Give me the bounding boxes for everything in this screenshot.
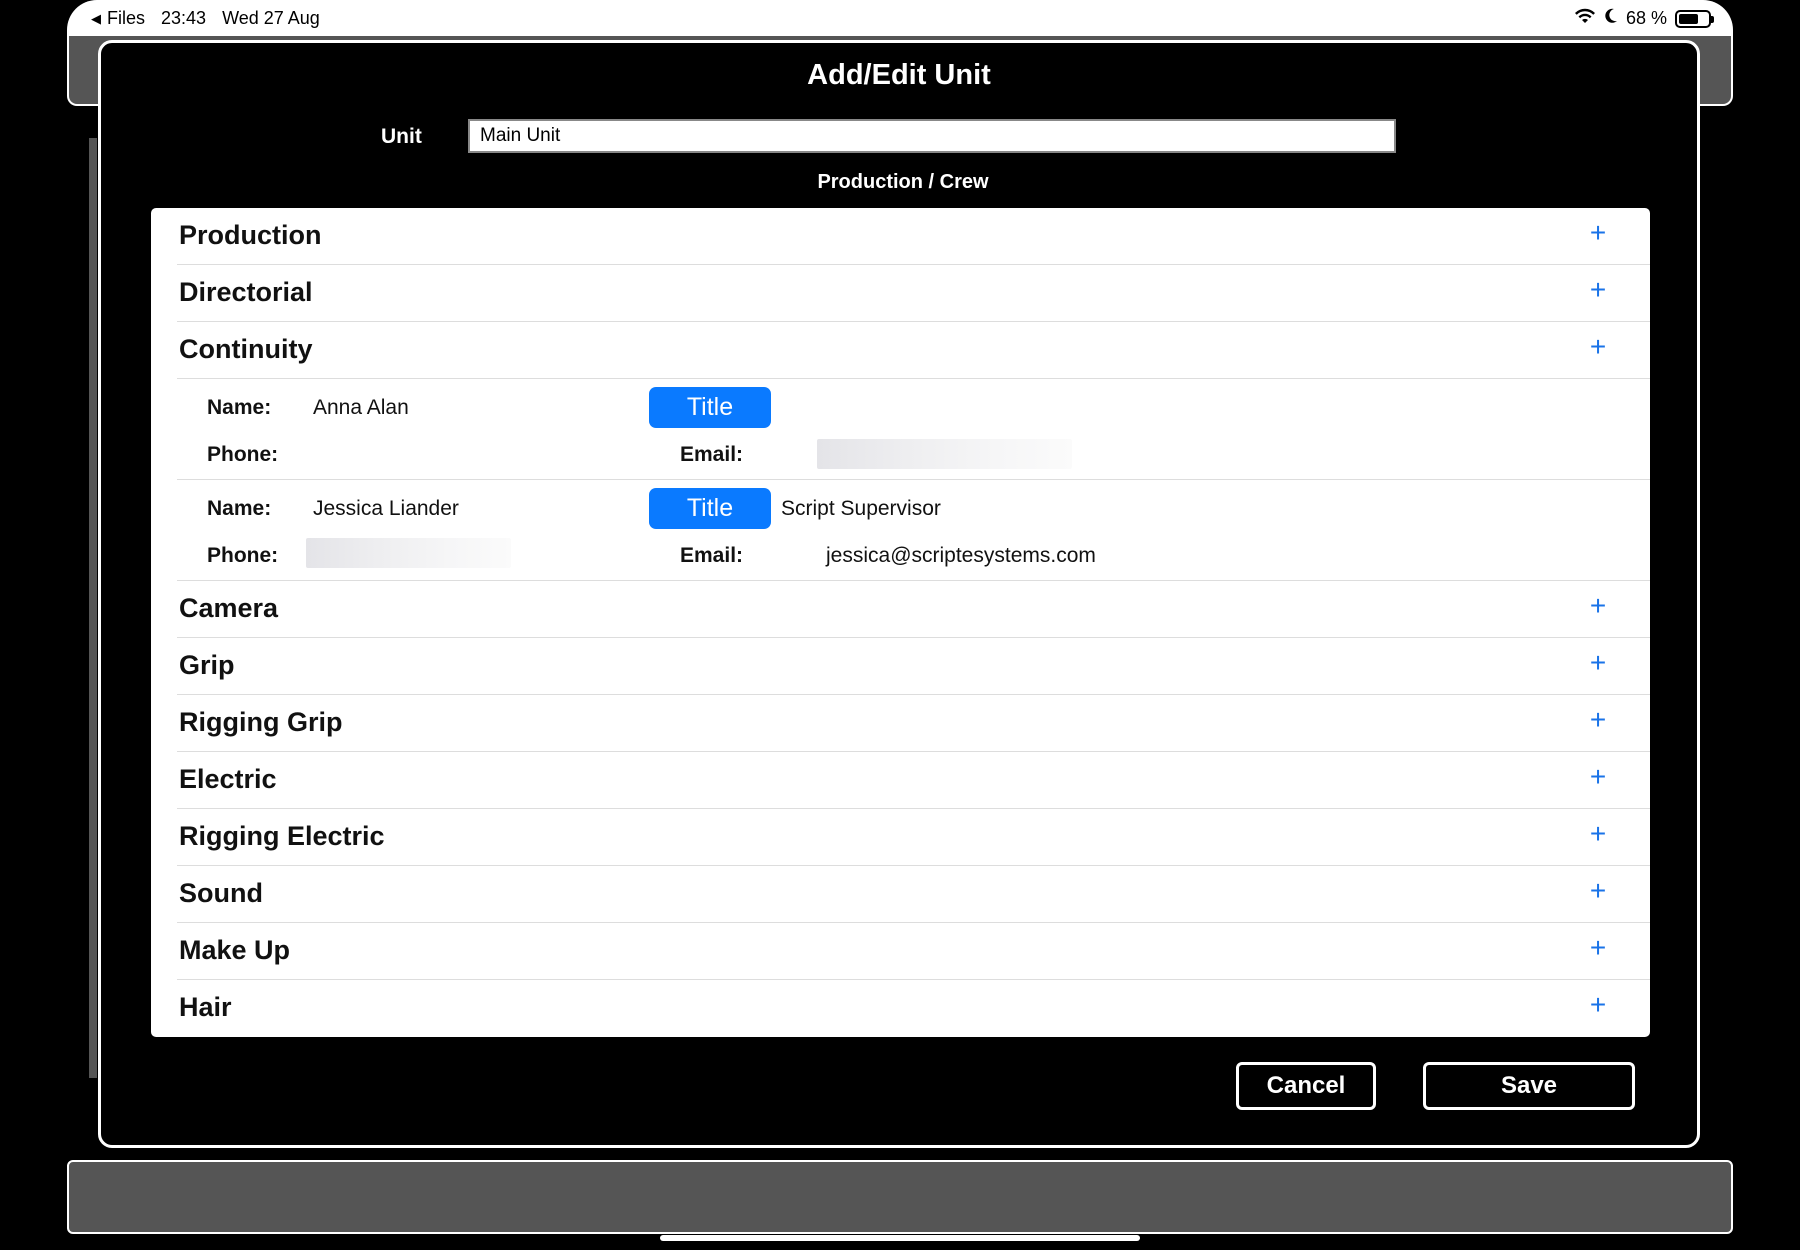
- dialog-title: Add/Edit Unit: [807, 59, 991, 91]
- group-name: Electric: [179, 764, 277, 794]
- member-email[interactable]: jessica@scriptesystems.com: [826, 544, 1096, 568]
- add-grip-button[interactable]: +: [1583, 648, 1613, 678]
- group-row-production[interactable]: Production +: [177, 208, 1650, 265]
- group-name: Production: [179, 220, 322, 250]
- group-name: Grip: [179, 650, 235, 680]
- back-arrow-icon[interactable]: ◀: [91, 11, 101, 27]
- section-heading: Production / Crew: [817, 171, 989, 193]
- crew-member-row[interactable]: Name: Jessica Liander Title Script Super…: [177, 480, 1650, 581]
- group-row-electric[interactable]: Electric +: [177, 752, 1650, 809]
- group-row-sound[interactable]: Sound +: [177, 866, 1650, 923]
- save-button[interactable]: Save: [1423, 1062, 1635, 1110]
- add-hair-button[interactable]: +: [1583, 990, 1613, 1020]
- group-name: Directorial: [179, 277, 313, 307]
- add-sound-button[interactable]: +: [1583, 876, 1613, 906]
- add-edit-unit-dialog: Add/Edit Unit Unit Production / Crew Pro…: [98, 40, 1700, 1148]
- add-rigging-grip-button[interactable]: +: [1583, 705, 1613, 735]
- status-date: Wed 27 Aug: [222, 8, 320, 28]
- group-row-rigging-electric[interactable]: Rigging Electric +: [177, 809, 1650, 866]
- battery-icon: [1675, 9, 1714, 28]
- group-name: Rigging Grip: [179, 707, 343, 737]
- phone-label: Phone:: [207, 443, 279, 466]
- group-row-hair[interactable]: Hair +: [177, 980, 1650, 1037]
- battery-percent: 68 %: [1625, 8, 1667, 28]
- redacted-phone: [306, 538, 511, 568]
- group-name: Continuity: [179, 334, 313, 364]
- title-button[interactable]: Title: [649, 488, 771, 529]
- group-row-continuity[interactable]: Continuity +: [177, 322, 1650, 379]
- home-indicator[interactable]: [660, 1235, 1140, 1241]
- title-button[interactable]: Title: [649, 387, 771, 428]
- email-label: Email:: [680, 544, 744, 567]
- group-row-camera[interactable]: Camera +: [177, 581, 1650, 638]
- group-name: Rigging Electric: [179, 821, 385, 851]
- name-label: Name:: [207, 396, 272, 419]
- group-name: Hair: [179, 992, 232, 1022]
- group-name: Sound: [179, 878, 263, 908]
- add-electric-button[interactable]: +: [1583, 762, 1613, 792]
- status-time: 23:43: [161, 8, 207, 28]
- back-app-label[interactable]: Files: [107, 8, 145, 29]
- add-rigging-electric-button[interactable]: +: [1583, 819, 1613, 849]
- cancel-button[interactable]: Cancel: [1236, 1062, 1376, 1110]
- add-directorial-button[interactable]: +: [1583, 275, 1613, 305]
- phone-label: Phone:: [207, 544, 279, 567]
- add-camera-button[interactable]: +: [1583, 591, 1613, 621]
- group-row-make-up[interactable]: Make Up +: [177, 923, 1650, 980]
- group-name: Make Up: [179, 935, 291, 965]
- group-name: Camera: [179, 593, 279, 623]
- add-make-up-button[interactable]: +: [1583, 933, 1613, 963]
- unit-label: Unit: [381, 125, 422, 148]
- email-label: Email:: [680, 443, 744, 466]
- moon-icon: [1604, 8, 1618, 29]
- crew-member-row[interactable]: Name: Anna Alan Title Phone: Email:: [177, 379, 1650, 480]
- name-label: Name:: [207, 497, 272, 520]
- member-name[interactable]: Jessica Liander: [313, 497, 459, 521]
- status-bar: ◀ Files 23:43 Wed 27 Aug 68 %: [67, 0, 1733, 36]
- unit-name-input[interactable]: [468, 119, 1396, 153]
- background-bottom-bar: [67, 1160, 1733, 1234]
- status-bar-left: ◀ Files 23:43 Wed 27 Aug: [91, 8, 320, 29]
- wifi-icon: [1574, 8, 1596, 29]
- member-name[interactable]: Anna Alan: [313, 396, 409, 420]
- status-bar-right: 68 %: [1574, 8, 1714, 29]
- member-title[interactable]: Script Supervisor: [781, 497, 941, 521]
- background-panel-left: [89, 138, 97, 1078]
- redacted-email: [817, 439, 1072, 469]
- group-row-rigging-grip[interactable]: Rigging Grip +: [177, 695, 1650, 752]
- group-row-grip[interactable]: Grip +: [177, 638, 1650, 695]
- add-continuity-button[interactable]: +: [1583, 332, 1613, 362]
- group-row-directorial[interactable]: Directorial +: [177, 265, 1650, 322]
- crew-list[interactable]: Production + Directorial + Continuity + …: [151, 208, 1650, 1037]
- add-production-button[interactable]: +: [1583, 218, 1613, 248]
